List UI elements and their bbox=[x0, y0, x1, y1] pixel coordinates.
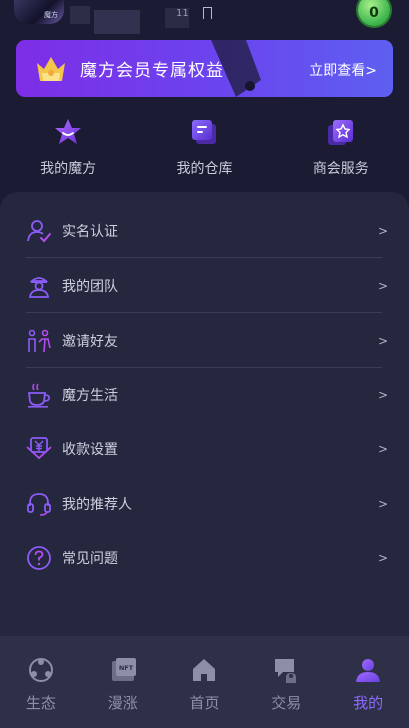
quick-my-warehouse[interactable]: 我的仓库 bbox=[136, 110, 272, 180]
menu-label: 我的团队 bbox=[62, 278, 118, 295]
level-badge[interactable]: 0 bbox=[358, 0, 390, 26]
avatar[interactable]: 魔方 bbox=[14, 0, 64, 24]
menu-item-invite-friends[interactable]: 邀请好友 > bbox=[26, 314, 388, 368]
chevron-right-icon: > bbox=[377, 497, 388, 511]
question-circle-icon bbox=[27, 546, 51, 570]
menu-item-my-referrer[interactable]: 我的推荐人 > bbox=[26, 477, 388, 531]
copy-icon[interactable] bbox=[203, 7, 212, 19]
tab-label: 生态 bbox=[25, 694, 56, 712]
chevron-right-icon: > bbox=[377, 223, 388, 238]
menu-item-payment-settings[interactable]: 收款设置 > bbox=[26, 422, 388, 476]
chevron-right-icon: > bbox=[377, 551, 388, 565]
level-badge-value: 0 bbox=[369, 5, 379, 21]
tab-mine[interactable]: 我的 bbox=[327, 636, 409, 728]
yuan-payment-icon bbox=[26, 437, 52, 460]
team-icon bbox=[28, 276, 50, 298]
menu-label: 常见问题 bbox=[62, 551, 118, 567]
chevron-right-icon: > bbox=[377, 442, 388, 456]
quick-chamber-service[interactable]: 商会服务 bbox=[273, 110, 409, 180]
tab-trade[interactable]: 交易 bbox=[245, 636, 327, 728]
menu-label: 实名认证 bbox=[62, 223, 118, 240]
chevron-right-icon: > bbox=[377, 388, 388, 402]
tab-label: 首页 bbox=[189, 694, 220, 712]
tab-nft[interactable]: NFT 漫涨 bbox=[82, 636, 164, 728]
banner-decoration bbox=[211, 40, 261, 97]
tab-ecology[interactable]: 生态 bbox=[0, 636, 82, 728]
chevron-right-icon: > bbox=[377, 333, 388, 348]
blurred-user-id bbox=[94, 10, 140, 34]
vip-title: 魔方会员专属权益 bbox=[80, 61, 224, 81]
avatar-caption: 魔方 bbox=[44, 11, 58, 19]
nft-icon: NFT bbox=[111, 658, 136, 681]
profile-page: 魔方 11 0 魔方会员专属权益 立即查看> 我的魔方 我的仓库 商会服务 实名… bbox=[0, 0, 409, 728]
headset-icon bbox=[27, 493, 51, 516]
menu-label: 收款设置 bbox=[62, 442, 118, 458]
warehouse-doc-icon bbox=[192, 120, 217, 144]
menu-card: 实名认证 > 我的团队 > 邀请好友 > 魔方生活 > 收款设置 > 我的推荐人… bbox=[0, 192, 409, 642]
quick-my-cube[interactable]: 我的魔方 bbox=[0, 110, 136, 180]
trade-icon bbox=[275, 659, 297, 683]
nft-icon-text: NFT bbox=[119, 664, 134, 672]
menu-label: 魔方生活 bbox=[62, 388, 118, 404]
home-icon bbox=[193, 659, 216, 681]
chevron-right-icon: > bbox=[377, 278, 388, 293]
star-cube-icon bbox=[55, 119, 82, 144]
bottom-tabbar: 生态 NFT 漫涨 首页 交易 我的 bbox=[0, 636, 409, 728]
vip-banner[interactable]: 魔方会员专属权益 立即查看> bbox=[16, 40, 393, 97]
quick-label: 我的仓库 bbox=[176, 161, 233, 177]
tab-label: 我的 bbox=[353, 694, 384, 712]
profile-header: 魔方 11 0 bbox=[0, 0, 409, 40]
crown-icon bbox=[37, 57, 65, 81]
blurred-username bbox=[70, 6, 90, 24]
menu-label: 我的推荐人 bbox=[62, 497, 132, 513]
profile-icon bbox=[356, 659, 381, 682]
tab-home[interactable]: 首页 bbox=[164, 636, 246, 728]
menu-item-real-name[interactable]: 实名认证 > bbox=[26, 204, 388, 258]
user-verified-icon bbox=[27, 219, 51, 242]
tab-label: 漫涨 bbox=[107, 694, 138, 712]
menu-item-cube-life[interactable]: 魔方生活 > bbox=[26, 368, 388, 422]
ecology-icon bbox=[28, 658, 53, 682]
quick-label: 我的魔方 bbox=[40, 161, 97, 177]
tab-label: 交易 bbox=[271, 694, 302, 712]
invite-friends-icon bbox=[28, 329, 51, 352]
quick-entries: 我的魔方 我的仓库 商会服务 bbox=[0, 110, 409, 180]
quick-label: 商会服务 bbox=[312, 161, 369, 177]
menu-item-my-team[interactable]: 我的团队 > bbox=[26, 259, 388, 313]
menu-item-faq[interactable]: 常见问题 > bbox=[26, 531, 388, 585]
status-mini-text: 11 bbox=[176, 8, 189, 19]
vip-view-link[interactable]: 立即查看> bbox=[309, 60, 377, 80]
menu-label: 邀请好友 bbox=[62, 333, 118, 350]
coffee-cup-icon bbox=[27, 383, 50, 408]
service-star-icon bbox=[327, 120, 353, 145]
